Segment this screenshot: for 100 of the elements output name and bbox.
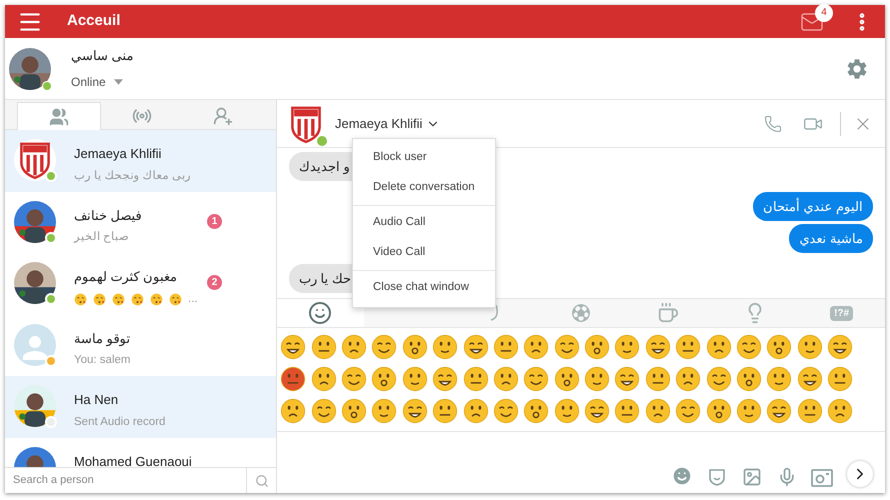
- emoji-icon[interactable]: [402, 334, 428, 360]
- smiley-icon[interactable]: [671, 465, 693, 487]
- emoji-icon[interactable]: [766, 334, 792, 360]
- add-contact-icon: [213, 106, 234, 126]
- emoji-icon[interactable]: [706, 398, 732, 424]
- contact-preview: You: salem: [74, 353, 130, 368]
- emoji-icon[interactable]: [736, 334, 762, 360]
- send-button[interactable]: [847, 461, 873, 487]
- emoji-icon[interactable]: [706, 334, 732, 360]
- emoji-icon[interactable]: [796, 398, 823, 424]
- emoji-icon[interactable]: [523, 398, 550, 424]
- menu-item[interactable]: Close chat window: [353, 273, 495, 303]
- emoji-icon[interactable]: [402, 398, 428, 424]
- kiss-emoji-icon: [112, 293, 125, 306]
- emoji-icon[interactable]: [644, 334, 671, 360]
- emoji-icon[interactable]: [736, 398, 762, 424]
- emoji-icon[interactable]: [432, 398, 458, 424]
- emoji-icon[interactable]: [766, 398, 792, 424]
- kiss-emoji-icon: [169, 293, 182, 306]
- emoji-icon[interactable]: [280, 334, 306, 360]
- settings-icon[interactable]: [845, 56, 869, 80]
- profile-name: منى ساسي: [71, 46, 134, 65]
- emoji-icon[interactable]: [310, 334, 337, 360]
- emoji-icon[interactable]: [706, 366, 732, 392]
- emoji-icon[interactable]: [827, 366, 854, 392]
- emoji-icon[interactable]: [675, 334, 702, 360]
- mail-badge: 4: [815, 4, 833, 22]
- emoji-icon[interactable]: [523, 334, 550, 360]
- emoji-icon[interactable]: [492, 398, 519, 424]
- menu-item[interactable]: Audio Call: [353, 208, 495, 238]
- emoji-category-tab[interactable]: [277, 299, 364, 327]
- emoji-icon[interactable]: [796, 334, 823, 360]
- emoji-icon[interactable]: [614, 398, 640, 424]
- chat-name-dropdown[interactable]: Jemaeya Khlifii: [335, 114, 440, 134]
- kiss-emoji-icon: [74, 293, 87, 306]
- emoji-icon[interactable]: [554, 334, 580, 360]
- club-logo: [18, 140, 52, 180]
- sticker-icon[interactable]: [707, 467, 727, 487]
- emoji-icon[interactable]: [462, 334, 489, 360]
- smiley-icon: [308, 301, 332, 325]
- emoji-icon[interactable]: [432, 334, 458, 360]
- emoji-icon[interactable]: [371, 398, 398, 424]
- emoji-icon[interactable]: [584, 366, 610, 392]
- kiss-emoji-icon: [131, 293, 144, 306]
- emoji-icon[interactable]: [280, 366, 306, 392]
- kiss-emoji-icon: [150, 293, 163, 306]
- emoji-icon[interactable]: [675, 366, 702, 392]
- contact-item[interactable]: Ha Nen Sent Audio record: [5, 376, 276, 438]
- contacts-icon: [48, 106, 69, 126]
- emoji-icon[interactable]: [827, 334, 854, 360]
- emoji-icon[interactable]: [340, 334, 367, 360]
- cup-icon: [656, 302, 679, 324]
- emoji-icon[interactable]: [492, 334, 519, 360]
- search-field[interactable]: Search a person: [5, 472, 246, 489]
- emoji-icon[interactable]: [310, 398, 337, 424]
- default-avatar: [14, 324, 56, 366]
- emoji-icon[interactable]: [340, 398, 367, 424]
- emoji-icon[interactable]: [766, 366, 792, 392]
- emoji-icon[interactable]: [554, 366, 580, 392]
- contact-preview: ربى معاك ونجحك يا رب: [74, 168, 191, 184]
- contact-name: فيصل خنانف: [74, 206, 142, 224]
- sent-message: اليوم عندي أمتحان: [752, 192, 873, 221]
- emoji-icon[interactable]: [462, 398, 489, 424]
- emoji-icon[interactable]: [310, 366, 337, 392]
- emoji-icon[interactable]: [675, 398, 702, 424]
- emoji-icon[interactable]: [614, 366, 640, 392]
- emoji-icon[interactable]: [371, 366, 398, 392]
- contact-name: مغبون كثرت لهموم: [74, 268, 178, 286]
- emoji-icon[interactable]: [523, 366, 550, 392]
- sent-message: ماشية نعدي: [789, 224, 873, 253]
- emoji-icon[interactable]: [554, 398, 580, 424]
- club-logo: [289, 104, 323, 144]
- emoji-icon[interactable]: [584, 398, 610, 424]
- emoji-icon[interactable]: [614, 334, 640, 360]
- symbols-label: !?#: [830, 306, 854, 320]
- contact-preview: صباح الخير: [74, 230, 130, 246]
- status-dropdown[interactable]: Online: [71, 73, 134, 92]
- emoji-icon[interactable]: [402, 366, 428, 392]
- contact-name: Mohamed Guenaoui: [74, 452, 192, 467]
- emoji-icon[interactable]: [462, 366, 489, 392]
- emoji-icon[interactable]: [432, 366, 458, 392]
- emoji-icon[interactable]: [827, 398, 854, 424]
- caret-icon: [114, 79, 123, 86]
- sidebar-tab[interactable]: [17, 102, 101, 130]
- image-icon[interactable]: [741, 467, 763, 487]
- emoji-icon[interactable]: [492, 366, 519, 392]
- emoji-icon[interactable]: [280, 398, 306, 424]
- emoji-icon[interactable]: [796, 366, 823, 392]
- emoji-icon[interactable]: [644, 366, 671, 392]
- unread-badge: 1: [207, 214, 222, 228]
- kiss-emoji-icon: [93, 293, 106, 306]
- phone-icon[interactable]: [764, 114, 782, 132]
- contact-name: Jemaeya Khlifii: [74, 145, 162, 163]
- emoji-icon[interactable]: [584, 334, 610, 360]
- camera-icon[interactable]: [811, 469, 833, 487]
- contact-item[interactable]: Mohamed Guenaoui: [5, 438, 276, 467]
- emoji-icon[interactable]: [644, 398, 671, 424]
- emoji-icon[interactable]: [371, 334, 398, 360]
- emoji-icon[interactable]: [340, 366, 367, 392]
- emoji-icon[interactable]: [736, 366, 762, 392]
